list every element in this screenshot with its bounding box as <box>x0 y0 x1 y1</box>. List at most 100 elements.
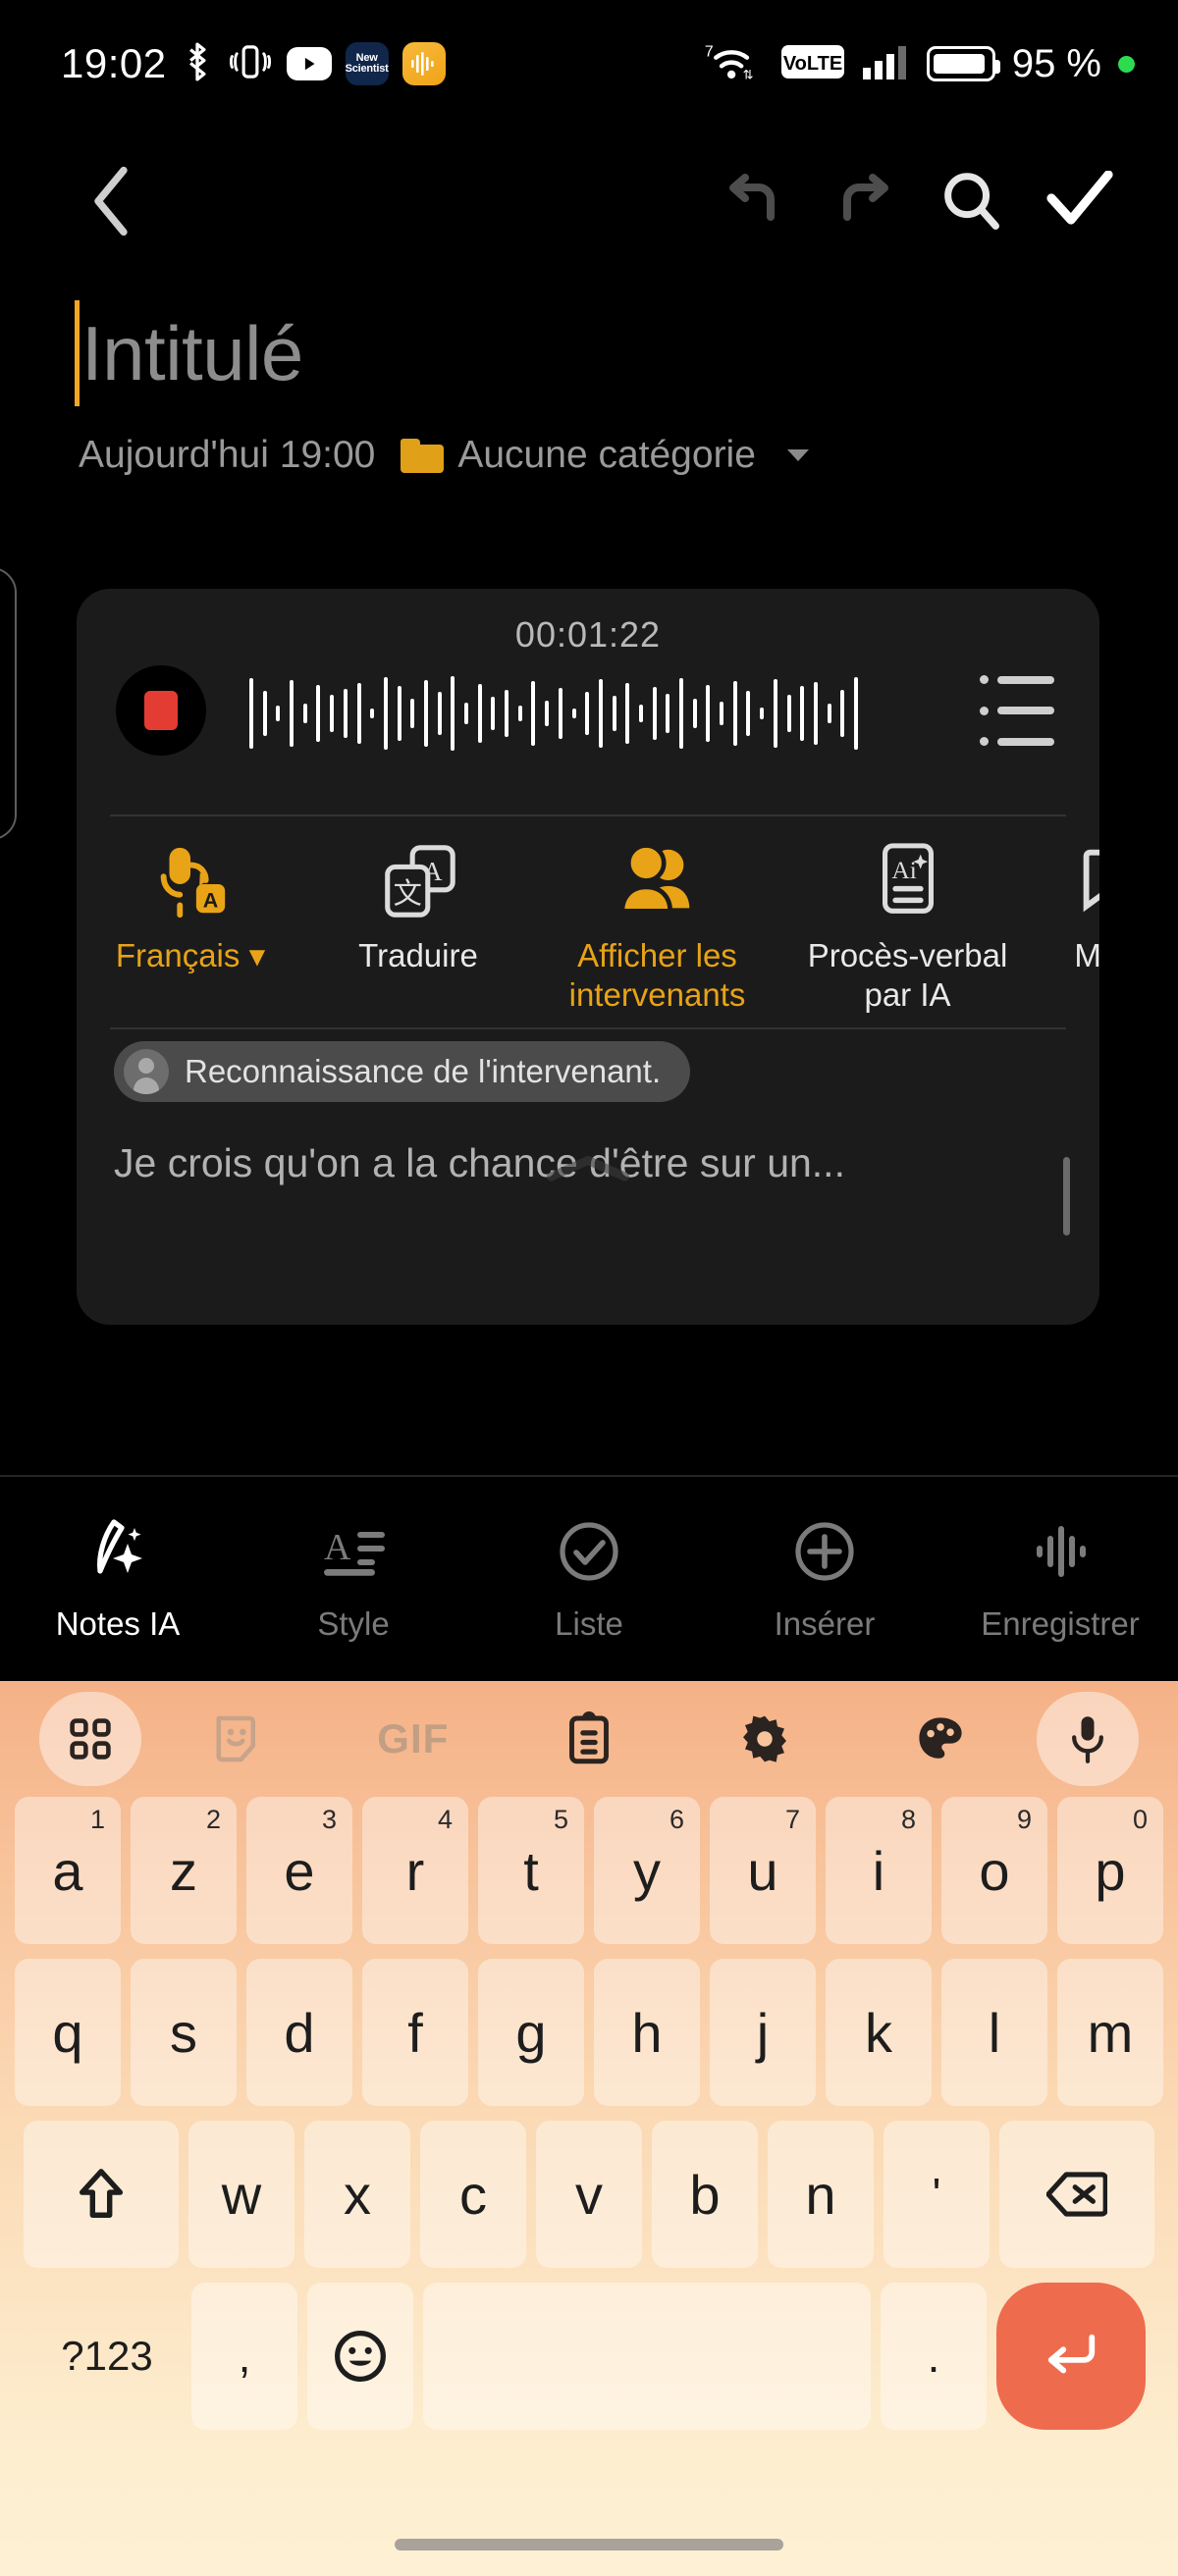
key-u[interactable]: u7 <box>710 1797 816 1944</box>
action-ai-minutes[interactable]: Ai Procès-verbal par IA <box>782 838 1033 1027</box>
key-number-hint: 7 <box>784 1805 800 1834</box>
enter-key[interactable] <box>996 2283 1146 2430</box>
offscreen-floating-panel[interactable] <box>0 567 17 840</box>
key-a[interactable]: a1 <box>15 1797 121 1944</box>
text-cursor <box>75 300 80 406</box>
note-meta-row: Aujourd'hui 19:00 Aucune catégorie <box>79 434 1178 477</box>
action-translate[interactable]: A 文 Traduire <box>304 838 532 1027</box>
settings-gear-icon[interactable] <box>677 1692 853 1786</box>
key-v[interactable]: v <box>536 2121 642 2268</box>
key-s[interactable]: s <box>131 1959 237 2106</box>
format-toolbar: Notes IA A Style Liste Insérer Enregistr… <box>0 1475 1178 1681</box>
collapse-chevron-icon[interactable] <box>77 1153 1099 1183</box>
translate-icon: A 文 <box>376 838 460 924</box>
emoji-key[interactable] <box>307 2283 413 2430</box>
svg-text:文: 文 <box>394 878 422 911</box>
action-language[interactable]: A Français ▾ <box>77 838 304 1027</box>
key-g[interactable]: g <box>478 1959 584 2106</box>
format-ai-notes-label: Notes IA <box>55 1604 181 1642</box>
keyboard-row-4: ?123 , . <box>0 2283 1178 2430</box>
key-m[interactable]: m <box>1057 1959 1163 2106</box>
format-list-label: Liste <box>555 1604 623 1642</box>
key-h[interactable]: h <box>594 1959 700 2106</box>
waveform-bar <box>316 685 321 742</box>
svg-text:VoLTE: VoLTE <box>783 53 842 75</box>
youtube-app-icon <box>286 47 332 80</box>
format-insert[interactable]: Insérer <box>707 1516 942 1643</box>
waveform-bar <box>840 690 845 737</box>
waveform-bar <box>505 690 509 737</box>
action-bookmark-label: Marq <box>1074 937 1099 973</box>
gif-icon[interactable]: GIF <box>325 1692 501 1786</box>
redo-arrow-icon[interactable] <box>809 147 917 255</box>
format-record[interactable]: Enregistrer <box>942 1516 1178 1643</box>
format-ai-notes[interactable]: Notes IA <box>0 1516 236 1643</box>
gesture-home-bar[interactable] <box>0 2539 1178 2550</box>
symbols-key[interactable]: ?123 <box>32 2283 182 2430</box>
waveform-bar <box>773 679 777 748</box>
key-l[interactable]: l <box>941 1959 1047 2106</box>
key-d[interactable]: d <box>246 1959 352 2106</box>
shift-key[interactable] <box>24 2121 179 2268</box>
key-c[interactable]: c <box>420 2121 526 2268</box>
search-magnifier-icon[interactable] <box>917 147 1025 255</box>
keyboard-row-3: w x c v b n ' <box>0 2121 1178 2268</box>
battery-icon <box>926 46 1000 81</box>
key-apostrophe[interactable]: ' <box>884 2121 990 2268</box>
key-e[interactable]: e3 <box>246 1797 352 1944</box>
chevron-down-icon[interactable] <box>786 449 809 461</box>
key-b[interactable]: b <box>652 2121 758 2268</box>
check-mark-icon[interactable] <box>1025 147 1133 255</box>
waveform-bar <box>827 704 831 723</box>
speaker-badge[interactable]: Reconnaissance de l'intervenant. <box>114 1041 691 1102</box>
stop-recording-button[interactable] <box>116 665 206 756</box>
waveform-bar <box>423 680 428 747</box>
key-o[interactable]: o9 <box>941 1797 1047 1944</box>
microphone-icon[interactable] <box>1029 1692 1147 1786</box>
signal-icon <box>861 42 910 86</box>
key-x[interactable]: x <box>304 2121 410 2268</box>
format-list[interactable]: Liste <box>471 1516 707 1643</box>
key-z[interactable]: z2 <box>131 1797 237 1944</box>
clipboard-icon[interactable] <box>501 1692 676 1786</box>
key-n[interactable]: n <box>768 2121 874 2268</box>
waveform-bar <box>692 699 697 728</box>
period-key[interactable]: . <box>881 2283 987 2430</box>
key-j[interactable]: j <box>710 1959 816 2106</box>
waveform-bar <box>666 694 670 733</box>
waveform-bar <box>477 684 482 743</box>
waveform-bar <box>491 697 496 730</box>
speaker-avatar-icon <box>124 1049 169 1094</box>
key-i[interactable]: i8 <box>826 1797 932 1944</box>
waveform-bar <box>612 696 616 731</box>
key-y[interactable]: y6 <box>594 1797 700 1944</box>
theme-palette-icon[interactable] <box>853 1692 1029 1786</box>
format-style[interactable]: A Style <box>236 1516 471 1643</box>
comma-key[interactable]: , <box>191 2283 297 2430</box>
key-p[interactable]: p0 <box>1057 1797 1163 1944</box>
note-title-field[interactable]: Intitulé <box>75 294 1178 412</box>
note-category[interactable]: Aucune catégorie <box>457 434 756 477</box>
key-k[interactable]: k <box>826 1959 932 2106</box>
key-f[interactable]: f <box>362 1959 468 2106</box>
undo-arrow-icon[interactable] <box>701 147 809 255</box>
waveform-bar <box>585 692 590 735</box>
transcript-list-icon[interactable] <box>980 675 1056 746</box>
on-screen-keyboard: GIF a1z2e3r4t5y6u7i8o9p0 qsdfghjklm w x … <box>0 1681 1178 2576</box>
bookmark-icon <box>1069 838 1099 924</box>
voice-language-icon: A <box>148 838 233 924</box>
space-key[interactable] <box>423 2283 871 2430</box>
folder-icon <box>401 438 445 473</box>
key-w[interactable]: w <box>188 2121 294 2268</box>
sticker-icon[interactable] <box>149 1692 325 1786</box>
key-number-hint: 2 <box>205 1805 221 1834</box>
key-t[interactable]: t5 <box>478 1797 584 1944</box>
key-q[interactable]: q <box>15 1959 121 2106</box>
back-chevron-icon[interactable] <box>57 147 165 255</box>
key-r[interactable]: r4 <box>362 1797 468 1944</box>
action-show-speakers[interactable]: Afficher les intervenants <box>532 838 782 1027</box>
action-bookmark[interactable]: Marq <box>1033 838 1099 1027</box>
apps-grid-icon[interactable] <box>31 1692 149 1786</box>
recorder-action-row: A Français ▾ A 文 Traduire Afficher les i… <box>77 816 1099 1027</box>
backspace-key[interactable] <box>999 2121 1154 2268</box>
